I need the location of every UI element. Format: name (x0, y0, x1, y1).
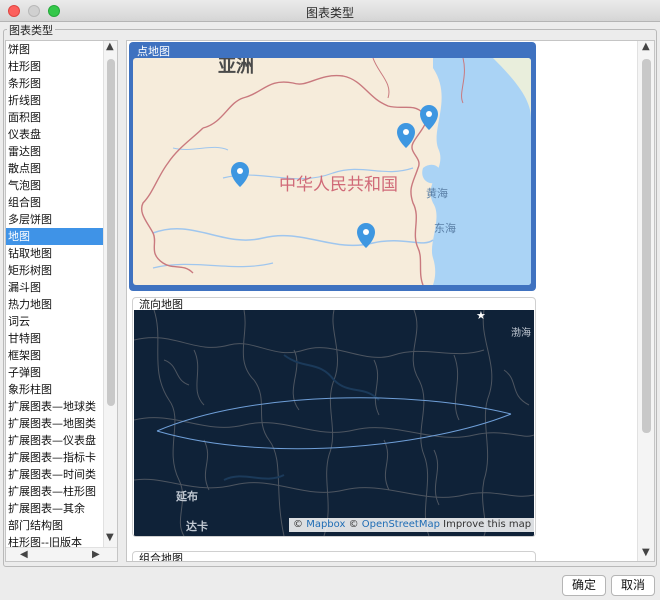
map-label-top: 亚洲 (218, 58, 254, 77)
chart-type-item[interactable]: 折线图 (6, 92, 103, 109)
chart-type-item[interactable]: 扩展图表—其余 (6, 500, 103, 517)
chart-type-item[interactable]: 扩展图表—仪表盘 (6, 432, 103, 449)
ok-button[interactable]: 确定 (562, 575, 606, 596)
list-horizontal-scrollbar[interactable]: ◀ ▶ (6, 547, 117, 561)
chart-type-item[interactable]: 甘特图 (6, 330, 103, 347)
chart-type-item[interactable]: 扩展图表—地图类 (6, 415, 103, 432)
chart-type-item[interactable]: 扩展图表—时间类 (6, 466, 103, 483)
chart-type-item[interactable]: 框架图 (6, 347, 103, 364)
chart-type-item[interactable]: 子弹图 (6, 364, 103, 381)
chart-type-item[interactable]: 扩展图表—柱形图 (6, 483, 103, 500)
preview-card-combo-map[interactable]: 组合地图 (132, 551, 536, 561)
preview-scroll-thumb[interactable] (642, 59, 651, 433)
point-map-image: 亚洲 中华人民共和国 黄海 东海 (133, 58, 531, 285)
preview-vertical-scrollbar[interactable]: ▲ ▼ (637, 41, 654, 561)
chart-type-item[interactable]: 多层饼图 (6, 211, 103, 228)
cancel-button[interactable]: 取消 (611, 575, 655, 596)
preview-card-flow-map[interactable]: 流向地图 ★ 渤海 延布 达卡 © Mapbox © OpenStreetMap… (132, 297, 536, 537)
chart-type-item[interactable]: 漏斗图 (6, 279, 103, 296)
chart-preview-panel[interactable]: 点地图 亚洲 中华人民共和国 黄海 东海 流向地图 ★ 渤海 延布 达卡 © M… (126, 40, 655, 562)
flow-map-image: ★ 渤海 延布 达卡 © Mapbox © OpenStreetMap Impr… (134, 310, 534, 536)
preview-card-point-map[interactable]: 点地图 亚洲 中华人民共和国 黄海 东海 (129, 42, 536, 291)
chart-type-item[interactable]: 扩展图表—地球类 (6, 398, 103, 415)
map-label-bohai: 渤海 (511, 328, 531, 339)
chart-type-item[interactable]: 钻取地图 (6, 245, 103, 262)
map-label-yanan: 延布 (176, 490, 198, 503)
scroll-down-icon[interactable]: ▼ (106, 532, 114, 543)
star-icon: ★ (476, 310, 486, 322)
preview-label-combo-map: 组合地图 (137, 552, 185, 561)
scroll-up-icon[interactable]: ▲ (642, 41, 650, 52)
map-label-country: 中华人民共和国 (279, 175, 398, 195)
chart-type-item[interactable]: 柱形图 (6, 58, 103, 75)
mapbox-link[interactable]: Mapbox (306, 519, 345, 530)
chart-type-list[interactable]: 饼图 柱形图 条形图 折线图 面积图 仪表盘 雷达图 散点图 气泡图 组合图 多层饼图 地图 钻取地图矩… (5, 40, 118, 562)
preview-label-point-map: 点地图 (137, 45, 170, 58)
chart-type-item[interactable]: 词云 (6, 313, 103, 330)
map-attribution: © Mapbox © OpenStreetMap Improve this ma… (289, 518, 534, 532)
chart-type-item[interactable]: 热力地图 (6, 296, 103, 313)
attribution-copyright-1: © (293, 519, 303, 530)
improve-map-link[interactable]: Improve this map (443, 519, 531, 530)
map-label-east-sea: 东海 (434, 222, 456, 235)
scroll-left-icon[interactable]: ◀ (20, 549, 28, 560)
chart-type-item[interactable]: 象形柱图 (6, 381, 103, 398)
chart-type-item[interactable]: 条形图 (6, 75, 103, 92)
map-label-daka: 达卡 (186, 520, 208, 533)
list-vertical-scrollbar[interactable]: ▲ ▼ (103, 41, 117, 547)
scroll-down-icon[interactable]: ▼ (642, 547, 650, 558)
attribution-copyright-2: © (348, 519, 359, 530)
openstreetmap-link[interactable]: OpenStreetMap (362, 519, 440, 530)
chart-type-item[interactable]: 扩展图表—指标卡 (6, 449, 103, 466)
scroll-up-icon[interactable]: ▲ (106, 41, 114, 52)
chart-type-item[interactable]: 面积图 (6, 109, 103, 126)
chart-type-item[interactable]: 部门结构图 (6, 517, 103, 534)
chart-type-item[interactable]: 饼图 (6, 41, 103, 58)
chart-type-item[interactable]: 散点图 (6, 160, 103, 177)
chart-type-item[interactable]: 雷达图 (6, 143, 103, 160)
map-label-yellow-sea: 黄海 (426, 187, 448, 200)
chart-type-item[interactable]: 组合图 (6, 194, 103, 211)
chart-type-item[interactable]: 仪表盘 (6, 126, 103, 143)
chart-type-item[interactable]: 气泡图 (6, 177, 103, 194)
chart-type-item[interactable]: 地图 (6, 228, 103, 245)
title-bar: 图表类型 (0, 0, 660, 22)
window-title: 图表类型 (305, 6, 354, 20)
groupbox-label: 图表类型 (7, 22, 55, 38)
scroll-right-icon[interactable]: ▶ (92, 549, 100, 560)
list-scroll-thumb[interactable] (107, 59, 115, 406)
chart-type-item[interactable]: 矩形树图 (6, 262, 103, 279)
